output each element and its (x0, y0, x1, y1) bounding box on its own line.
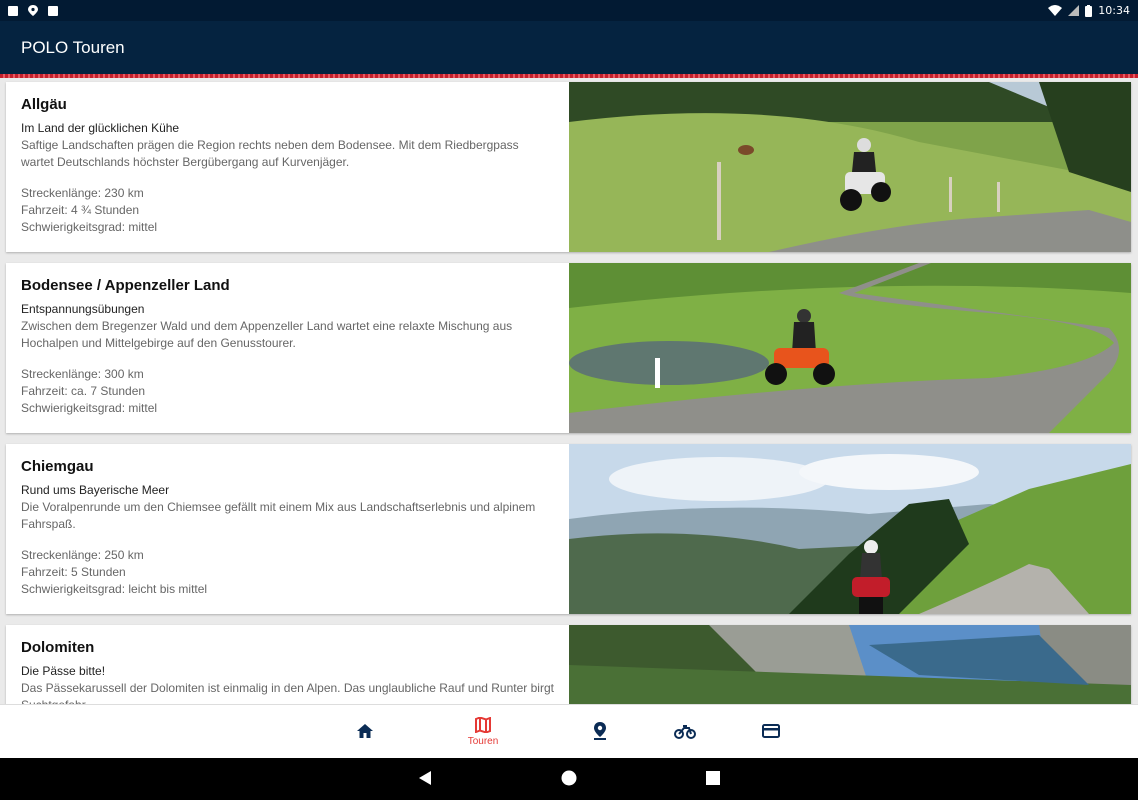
nav-home[interactable] (330, 705, 400, 759)
battery-icon (1085, 4, 1093, 17)
tour-description: Saftige Landschaften prägen die Region r… (21, 138, 519, 169)
home-icon (357, 723, 373, 738)
tour-card-bodensee[interactable]: Bodensee / Appenzeller Land Entspannungs… (6, 263, 1131, 433)
tour-length: Streckenlänge: 250 km (21, 548, 144, 562)
home-button-icon[interactable] (561, 770, 577, 786)
location-notification-icon (28, 5, 38, 16)
tour-photo (569, 82, 1131, 252)
tour-difficulty: Schwierigkeitsgrad: leicht bis mittel (21, 582, 208, 596)
tour-duration: Fahrzeit: ca. 7 Stunden (21, 384, 146, 398)
tour-difficulty: Schwierigkeitsgrad: mittel (21, 401, 158, 415)
tour-description: Zwischen dem Bregenzer Wald und dem Appe… (21, 319, 513, 350)
app-title: POLO Touren (21, 37, 125, 57)
nav-card[interactable] (736, 705, 806, 759)
back-icon[interactable] (418, 770, 432, 786)
tour-title: Bodensee / Appenzeller Land (21, 277, 230, 294)
image-notification-icon (8, 5, 18, 16)
location-pin-icon (594, 721, 606, 740)
bottom-navigation: Touren (0, 704, 1138, 758)
card-icon (762, 723, 780, 738)
app-bar: POLO Touren (0, 21, 1138, 74)
tour-length: Streckenlänge: 300 km (21, 367, 144, 381)
tour-difficulty: Schwierigkeitsgrad: mittel (21, 220, 158, 234)
tour-description: Die Voralpenrunde um den Chiemsee gefäll… (21, 500, 536, 531)
tour-title: Chiemgau (21, 458, 94, 475)
tour-subtitle: Rund ums Bayerische Meer (21, 483, 170, 497)
status-bar: 10:34 (0, 0, 1138, 21)
tour-card-dolomiten[interactable]: Dolomiten Die Pässe bitte! Das Pässekaru… (6, 625, 1131, 704)
tour-card-chiemgau[interactable]: Chiemgau Rund ums Bayerische Meer Die Vo… (6, 444, 1131, 614)
signal-icon (1068, 5, 1080, 16)
status-time: 10:34 (1098, 4, 1130, 17)
map-icon (475, 717, 491, 733)
recents-icon[interactable] (706, 770, 720, 786)
nav-touren[interactable]: Touren (448, 705, 518, 759)
tour-description: Das Pässekarussell der Dolomiten ist ein… (21, 681, 554, 704)
tour-photo (569, 625, 1131, 704)
calendar-notification-icon (48, 5, 58, 16)
system-navigation-bar (0, 758, 1138, 800)
tour-duration: Fahrzeit: 4 ¾ Stunden (21, 203, 140, 217)
nav-label: Touren (467, 736, 499, 747)
tour-photo (569, 263, 1131, 433)
tour-duration: Fahrzeit: 5 Stunden (21, 565, 126, 579)
nav-motorcycle[interactable] (650, 705, 720, 759)
motorcycle-icon (674, 724, 696, 739)
tour-title: Dolomiten (21, 639, 95, 656)
tour-list[interactable]: Allgäu Im Land der glücklichen Kühe Saft… (0, 78, 1138, 704)
wifi-icon (1048, 5, 1063, 16)
tour-subtitle: Im Land der glücklichen Kühe (21, 121, 180, 135)
tour-length: Streckenlänge: 230 km (21, 186, 144, 200)
tour-photo (569, 444, 1131, 614)
nav-location[interactable] (565, 705, 635, 759)
tour-subtitle: Entspannungsübungen (21, 302, 145, 316)
tour-subtitle: Die Pässe bitte! (21, 664, 106, 678)
tour-card-allgaeu[interactable]: Allgäu Im Land der glücklichen Kühe Saft… (6, 82, 1131, 252)
tour-title: Allgäu (21, 96, 67, 113)
